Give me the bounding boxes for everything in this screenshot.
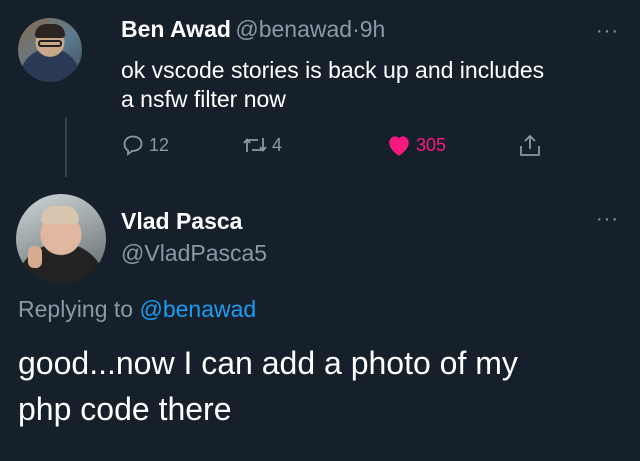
avatar-glasses — [38, 40, 62, 47]
more-icon[interactable]: ··· — [596, 20, 619, 43]
reply-text-line2: php code there — [18, 391, 232, 427]
heart-icon — [386, 133, 412, 157]
retweet-count: 4 — [272, 134, 283, 155]
reply-count: 12 — [149, 134, 170, 155]
replying-to-line: Replying to @benawad — [18, 296, 256, 323]
tweet-text-line2: a nsfw filter now — [121, 86, 286, 112]
share-icon — [518, 133, 542, 159]
reply-button[interactable]: 12 — [121, 133, 169, 157]
thread-line — [65, 117, 67, 177]
avatar-hair — [41, 206, 79, 224]
reply-body: good...now I can add a photo of my php c… — [18, 340, 518, 432]
tweet-text-line1: ok vscode stories is back up and include… — [121, 57, 545, 83]
reply-text-line1: good...now I can add a photo of my — [18, 345, 518, 381]
reply-icon — [121, 133, 145, 157]
reply-header: Vlad Pasca @VladPasca5 — [121, 208, 267, 267]
reply-author-handle[interactable]: @VladPasca5 — [121, 240, 267, 267]
replying-to-link[interactable]: @benawad — [139, 296, 256, 322]
like-button[interactable]: 305 — [386, 133, 446, 157]
avatar-vlad-pasca[interactable] — [16, 194, 106, 284]
tweet-time[interactable]: 9h — [360, 16, 386, 42]
share-button[interactable] — [518, 133, 542, 159]
separator: · — [352, 16, 360, 42]
like-count: 305 — [416, 134, 447, 155]
avatar-ben-awad[interactable] — [18, 18, 82, 82]
retweet-button[interactable]: 4 — [242, 133, 282, 157]
more-icon[interactable]: ··· — [596, 208, 619, 231]
avatar-hand — [28, 246, 42, 268]
avatar-hair — [35, 24, 65, 38]
retweet-icon — [242, 133, 268, 157]
replying-prefix: Replying to — [18, 296, 134, 322]
author-handle[interactable]: @benawad — [235, 16, 352, 42]
reply-author-name[interactable]: Vlad Pasca — [121, 208, 267, 235]
author-name[interactable]: Ben Awad — [121, 16, 231, 42]
tweet-header: Ben Awad @benawad·9h — [121, 16, 385, 43]
tweet-body: ok vscode stories is back up and include… — [121, 56, 544, 114]
